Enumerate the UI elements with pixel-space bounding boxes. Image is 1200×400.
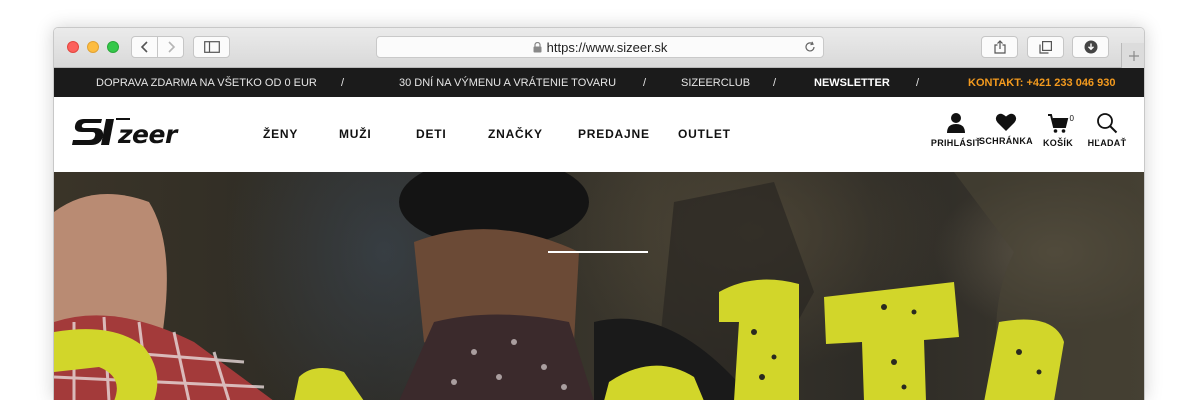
sizeer-logo[interactable]: zeer [72,115,190,151]
plus-icon [1128,50,1139,61]
share-icon [993,40,1006,54]
share-button[interactable] [981,36,1018,58]
sidebar-icon [203,41,220,53]
hero-banner[interactable] [54,172,1144,400]
cart-icon [1048,114,1069,133]
hero-divider [548,251,648,253]
search-label: HĽADAŤ [1087,138,1127,148]
browser-toolbar: https://www.sizeer.sk [54,28,1144,68]
nav-item-muzi[interactable]: MUŽI [339,127,372,141]
contact-phone-link[interactable]: KONTAKT: +421 233 046 930 [968,77,1115,89]
free-shipping-link[interactable]: DOPRAVA ZDARMA NA VŠETKO OD 0 EUR [96,77,317,89]
chevron-right-icon [167,41,175,53]
minimize-window-button[interactable] [87,41,99,53]
promo-separator: / [341,77,345,89]
cart-count-badge: 0 [1069,114,1074,123]
site-header: zeer ŽENY MUŽI DETI ZNAČKY PREDAJNE OUTL… [54,97,1144,172]
nav-item-znacky[interactable]: ZNAČKY [488,127,543,141]
nav-item-outlet[interactable]: OUTLET [678,127,731,141]
nav-item-predajne[interactable]: PREDAJNE [578,127,650,141]
tabs-icon [1039,40,1052,54]
close-window-button[interactable] [67,41,79,53]
download-icon [1084,40,1097,54]
back-button[interactable] [131,36,158,58]
sizeerclub-link[interactable]: SIZEERCLUB [681,77,750,89]
browser-window: https://www.sizeer.sk DOPRAVA ZDARMA NA … [53,27,1145,400]
logo-wordmark: zeer [118,120,177,149]
forward-button[interactable] [157,36,184,58]
search-icon [1097,113,1118,134]
promo-separator: / [773,77,777,89]
chevron-left-icon [140,41,148,53]
new-tab-button[interactable] [1121,43,1144,68]
promo-separator: / [916,77,920,89]
downloads-button[interactable] [1072,36,1109,58]
wishlist-label: SCHRÁNKA [979,136,1033,146]
url-text: https://www.sizeer.sk [546,39,668,55]
cart-label: KOŠÍK [1042,138,1073,148]
promo-separator: / [643,77,647,89]
nav-item-zeny[interactable]: ŽENY [263,127,298,141]
returns-link[interactable]: 30 DNÍ NA VÝMENU A VRÁTENIE TOVARU [399,77,616,89]
nav-item-deti[interactable]: DETI [416,127,447,141]
newsletter-link[interactable]: NEWSLETTER [814,77,890,89]
login-label: PRIHLÁSIŤ [930,138,982,148]
address-bar[interactable]: https://www.sizeer.sk [376,36,824,58]
search-button[interactable]: HĽADAŤ [1077,112,1137,162]
user-icon [947,113,965,133]
lock-icon [533,41,542,52]
show-tabs-button[interactable] [1027,36,1064,58]
heart-icon [995,113,1017,131]
sidebar-toggle-button[interactable] [193,36,230,58]
promo-bar: DOPRAVA ZDARMA NA VŠETKO OD 0 EUR / 30 D… [54,68,1144,97]
zoom-window-button[interactable] [107,41,119,53]
wishlist-button[interactable]: SCHRÁNKA [976,112,1036,162]
reload-icon[interactable] [804,41,816,53]
hero-photo [54,172,1144,400]
